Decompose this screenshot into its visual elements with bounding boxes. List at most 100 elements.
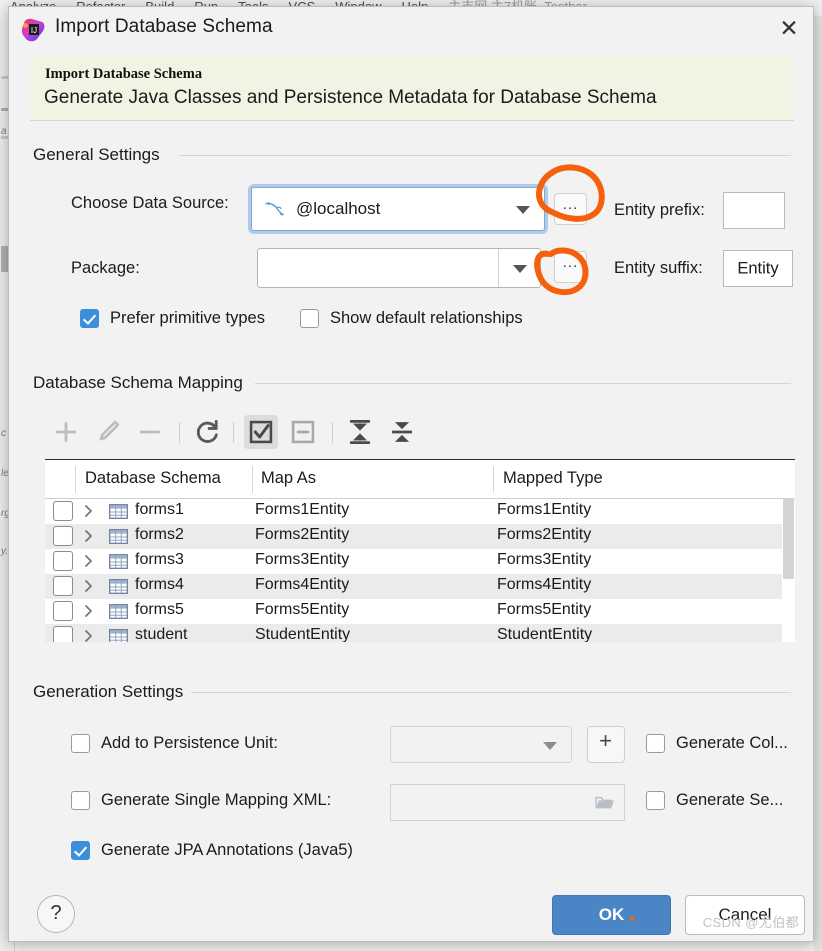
add-persistence-unit-button[interactable]: + <box>587 726 625 763</box>
refresh-button[interactable] <box>190 415 224 449</box>
single-mapping-xml-input[interactable] <box>390 784 625 821</box>
table-row[interactable]: forms2 Forms2Entity Forms2Entity <box>45 524 795 549</box>
row-checkbox[interactable] <box>53 626 73 642</box>
row-mapped-type: StudentEntity <box>497 626 593 642</box>
ide-text-fragment-4: y. <box>1 546 9 557</box>
add-to-persistence-unit-checkbox-box <box>71 734 90 753</box>
minus-icon <box>140 430 160 434</box>
generate-columns-checkbox[interactable]: Generate Col... <box>646 734 788 753</box>
row-checkbox[interactable] <box>53 601 73 621</box>
row-mapped-type: Forms1Entity <box>497 501 592 518</box>
table-header-row: Database Schema Map As Mapped Type <box>45 460 795 499</box>
entity-suffix-input[interactable]: Entity <box>723 250 793 287</box>
generate-jpa-annotations-checkbox-box <box>71 841 90 860</box>
banner-title: Import Database Schema <box>45 66 203 82</box>
watermark: CSDN @尤伯都 <box>702 915 799 930</box>
generate-separate-checkbox-box <box>646 791 665 810</box>
data-source-combo[interactable]: @localhost <box>251 187 545 231</box>
package-combo[interactable] <box>257 248 541 288</box>
column-header-database-schema[interactable]: Database Schema <box>85 469 221 488</box>
collapse-all-button[interactable] <box>385 415 419 449</box>
chevron-right-icon[interactable] <box>83 527 95 545</box>
collapse-all-icon <box>392 422 412 442</box>
expand-all-icon <box>350 419 370 445</box>
table-row[interactable]: forms5 Forms5Entity Forms5Entity <box>45 599 795 624</box>
row-map-as: StudentEntity <box>255 626 351 642</box>
row-database-schema: forms1 <box>135 501 184 518</box>
plus-icon <box>56 422 76 442</box>
data-source-label: Choose Data Source: <box>71 194 229 212</box>
table-row[interactable]: forms4 Forms4Entity Forms4Entity <box>45 574 795 599</box>
row-mapped-type: Forms4Entity <box>497 576 592 593</box>
entity-suffix-label: Entity suffix: <box>614 259 703 277</box>
intellij-idea-logo-icon: IJ <box>21 18 45 42</box>
chevron-right-icon[interactable] <box>83 602 95 620</box>
folder-icon[interactable] <box>595 795 615 811</box>
persistence-unit-chevron-down-icon[interactable] <box>529 727 571 762</box>
generate-separate-checkbox[interactable]: Generate Se... <box>646 791 783 810</box>
add-to-persistence-unit-checkbox[interactable]: Add to Persistence Unit: <box>71 734 278 753</box>
row-database-schema: forms4 <box>135 576 184 593</box>
generate-jpa-annotations-label: Generate JPA Annotations (Java5) <box>101 841 353 859</box>
row-checkbox[interactable] <box>53 526 73 546</box>
check-square-icon <box>249 420 273 444</box>
column-header-mapped-type[interactable]: Mapped Type <box>503 469 603 488</box>
show-default-relationships-checkbox[interactable]: Show default relationships <box>300 309 523 328</box>
package-browse-button[interactable]: ... <box>554 251 587 283</box>
entity-prefix-input[interactable] <box>723 192 785 229</box>
table-row[interactable]: student StudentEntity StudentEntity <box>45 624 795 642</box>
add-to-persistence-unit-label: Add to Persistence Unit: <box>101 734 279 752</box>
table-vertical-scrollbar[interactable] <box>782 499 795 642</box>
banner-subtitle: Generate Java Classes and Persistence Me… <box>44 87 657 108</box>
import-database-schema-dialog: IJ Import Database Schema ✕ Import Datab… <box>8 6 814 942</box>
row-mapped-type: Forms2Entity <box>497 526 592 543</box>
close-icon[interactable]: ✕ <box>775 15 803 43</box>
data-source-chevron-down-icon[interactable] <box>502 188 544 230</box>
table-row[interactable]: forms1 Forms1Entity Forms1Entity <box>45 499 795 524</box>
svg-text:IJ: IJ <box>31 26 37 35</box>
help-button[interactable]: ? <box>37 895 75 933</box>
schema-mapping-table: Database Schema Map As Mapped Type forms… <box>45 459 795 642</box>
minus-square-icon <box>291 420 315 444</box>
database-table-icon <box>109 604 128 619</box>
persistence-unit-combo[interactable] <box>390 726 572 763</box>
add-button[interactable] <box>49 415 83 449</box>
edit-button[interactable] <box>91 415 125 449</box>
dialog-title: Import Database Schema <box>55 16 273 37</box>
data-source-browse-button[interactable]: ... <box>554 193 587 225</box>
database-table-icon <box>109 504 128 519</box>
deselect-all-button[interactable] <box>286 415 320 449</box>
row-checkbox[interactable] <box>53 501 73 521</box>
generate-single-mapping-xml-checkbox[interactable]: Generate Single Mapping XML: <box>71 791 331 810</box>
generate-jpa-annotations-checkbox[interactable]: Generate JPA Annotations (Java5) <box>71 841 353 860</box>
ok-button[interactable]: OK <box>552 895 671 935</box>
chevron-right-icon[interactable] <box>83 552 95 570</box>
entity-prefix-label: Entity prefix: <box>614 201 705 219</box>
row-checkbox[interactable] <box>53 551 73 571</box>
table-scrollbar-thumb[interactable] <box>783 499 794 579</box>
row-mapped-type: Forms5Entity <box>497 601 592 618</box>
chevron-right-icon[interactable] <box>83 577 95 595</box>
chevron-right-icon[interactable] <box>83 502 95 520</box>
column-header-map-as[interactable]: Map As <box>261 469 316 488</box>
database-table-icon <box>109 629 128 642</box>
package-chevron-down-icon[interactable] <box>498 249 540 287</box>
row-checkbox[interactable] <box>53 576 73 596</box>
general-settings-group-label: General Settings <box>33 145 168 165</box>
generate-separate-label: Generate Se... <box>676 791 784 809</box>
database-table-icon <box>109 529 128 544</box>
remove-button[interactable] <box>133 415 167 449</box>
row-database-schema: forms5 <box>135 601 184 618</box>
generation-settings-group-label: Generation Settings <box>33 682 192 702</box>
mysql-dolphin-icon <box>265 201 284 216</box>
row-database-schema: forms3 <box>135 551 184 568</box>
table-row[interactable]: forms3 Forms3Entity Forms3Entity <box>45 549 795 574</box>
ide-text-fragment-0: a <box>1 126 7 137</box>
select-all-button[interactable] <box>244 415 278 449</box>
chevron-right-icon[interactable] <box>83 627 95 642</box>
expand-all-button[interactable] <box>343 415 377 449</box>
generate-single-mapping-xml-checkbox-box <box>71 791 90 810</box>
prefer-primitive-types-checkbox[interactable]: Prefer primitive types <box>80 309 265 328</box>
schema-mapping-group-label: Database Schema Mapping <box>33 373 251 393</box>
database-table-icon <box>109 554 128 569</box>
